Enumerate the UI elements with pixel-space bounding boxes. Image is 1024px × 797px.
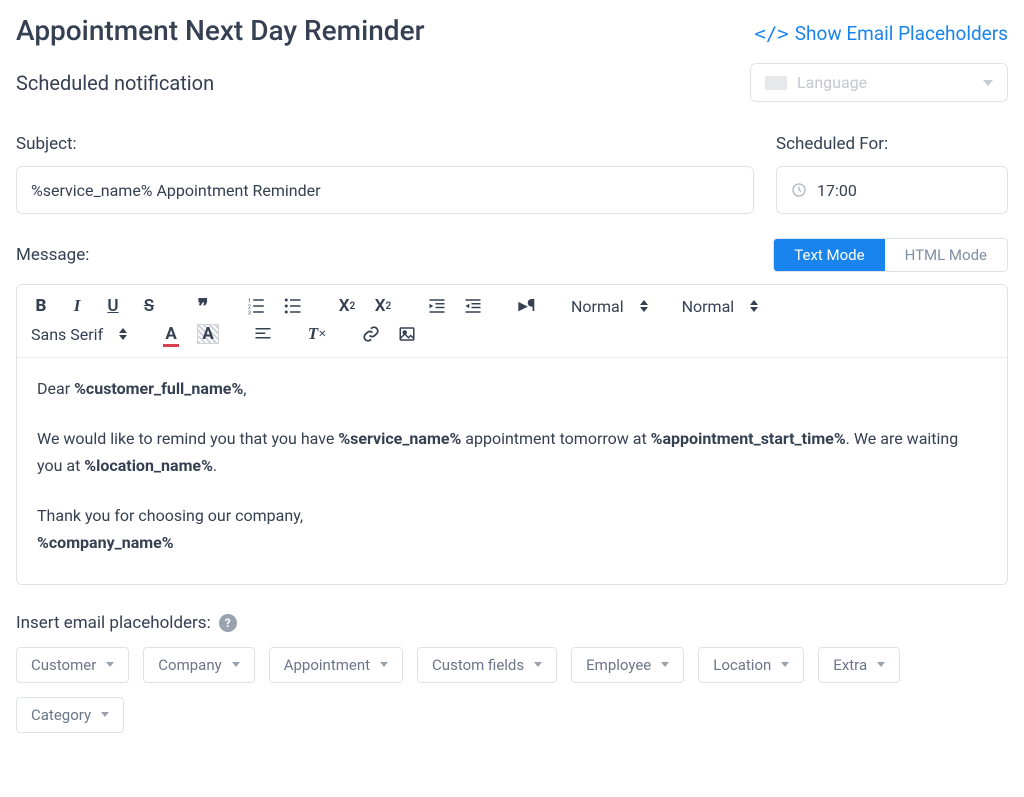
clear-format-button[interactable]: T✕ — [307, 323, 327, 345]
subject-label: Subject: — [16, 134, 754, 154]
placeholder-company-name: %company_name% — [37, 533, 174, 552]
placeholder-buttons-row: Customer Company Appointment Custom fiel… — [16, 647, 1008, 733]
sort-icon — [640, 300, 648, 312]
svg-text:3: 3 — [248, 310, 251, 315]
label: Appointment — [284, 656, 370, 674]
text: Thank you for choosing our company, — [37, 506, 303, 525]
text-color-button[interactable]: A — [161, 323, 181, 345]
insert-placeholders-label: Insert email placeholders: — [16, 613, 211, 633]
image-button[interactable] — [397, 323, 417, 345]
subject-input[interactable] — [16, 166, 754, 214]
label: Extra — [833, 656, 867, 674]
tab-text-mode[interactable]: Text Mode — [774, 239, 884, 271]
heading-picker-label: Normal — [571, 297, 624, 316]
placeholder-dropdown-customer[interactable]: Customer — [16, 647, 129, 683]
svg-text:1: 1 — [248, 298, 251, 304]
sort-icon — [750, 300, 758, 312]
size-picker[interactable]: Normal — [682, 297, 759, 316]
placeholder-dropdown-appointment[interactable]: Appointment — [269, 647, 403, 683]
chevron-down-icon — [380, 662, 388, 667]
placeholder-start-time: %appointment_start_time% — [651, 429, 846, 448]
blockquote-button[interactable]: ❞ — [193, 295, 213, 317]
heading-picker[interactable]: Normal — [571, 297, 648, 316]
show-email-placeholders-link[interactable]: </> Show Email Placeholders — [754, 22, 1008, 45]
link-button[interactable] — [361, 323, 381, 345]
clock-icon — [791, 182, 807, 198]
label: Location — [713, 656, 771, 674]
chevron-down-icon — [106, 662, 114, 667]
chevron-down-icon — [661, 662, 669, 667]
font-picker[interactable]: Sans Serif — [31, 325, 127, 344]
scheduled-for-input[interactable]: 17:00 — [776, 166, 1008, 214]
chevron-down-icon — [983, 80, 993, 86]
flag-icon — [765, 76, 787, 90]
message-label: Message: — [16, 245, 89, 265]
placeholder-dropdown-category[interactable]: Category — [16, 697, 124, 733]
outdent-button[interactable] — [427, 295, 447, 317]
strikethrough-button[interactable]: S — [139, 295, 159, 317]
indent-button[interactable] — [463, 295, 483, 317]
editor-content[interactable]: Dear %customer_full_name%, We would like… — [17, 358, 1007, 584]
editor-mode-tabs: Text Mode HTML Mode — [773, 238, 1008, 272]
italic-button[interactable]: I — [67, 295, 87, 317]
placeholder-dropdown-location[interactable]: Location — [698, 647, 804, 683]
page-title: Appointment Next Day Reminder — [16, 14, 424, 47]
code-icon: </> — [754, 23, 788, 45]
label: Employee — [586, 656, 651, 674]
chevron-down-icon — [232, 662, 240, 667]
svg-text:2: 2 — [248, 304, 251, 310]
editor-toolbar: B I U S ❞ 123 X2 X2 — [17, 285, 1007, 358]
tab-html-mode[interactable]: HTML Mode — [885, 239, 1007, 271]
ordered-list-button[interactable]: 123 — [247, 295, 267, 317]
unordered-list-button[interactable] — [283, 295, 303, 317]
superscript-button[interactable]: X2 — [373, 295, 393, 317]
label: Category — [31, 706, 91, 724]
chevron-down-icon — [877, 662, 885, 667]
underline-button[interactable]: U — [103, 295, 123, 317]
label: Custom fields — [432, 656, 524, 674]
subscript-button[interactable]: X2 — [337, 295, 357, 317]
label: Customer — [31, 656, 96, 674]
scheduled-time-value: 17:00 — [817, 181, 857, 200]
placeholder-customer-name: %customer_full_name% — [74, 379, 243, 398]
text: We would like to remind you that you hav… — [37, 429, 338, 448]
placeholder-dropdown-employee[interactable]: Employee — [571, 647, 684, 683]
placeholder-dropdown-custom-fields[interactable]: Custom fields — [417, 647, 557, 683]
page-subtitle: Scheduled notification — [16, 71, 214, 95]
chevron-down-icon — [101, 712, 109, 717]
show-placeholders-label: Show Email Placeholders — [795, 22, 1008, 45]
help-icon[interactable]: ? — [219, 614, 237, 632]
sort-icon — [119, 328, 127, 340]
scheduled-for-label: Scheduled For: — [776, 134, 1008, 154]
chevron-down-icon — [534, 662, 542, 667]
label: Company — [158, 656, 221, 674]
text-direction-button[interactable]: ▸¶ — [517, 295, 537, 317]
message-editor: B I U S ❞ 123 X2 X2 — [16, 284, 1008, 585]
size-picker-label: Normal — [682, 297, 735, 316]
placeholder-location-name: %location_name% — [84, 456, 213, 475]
language-select[interactable]: Language — [750, 63, 1008, 102]
language-placeholder: Language — [797, 73, 867, 92]
chevron-down-icon — [781, 662, 789, 667]
text: . — [213, 456, 217, 475]
placeholder-dropdown-extra[interactable]: Extra — [818, 647, 900, 683]
bold-button[interactable]: B — [31, 295, 51, 317]
background-color-button[interactable]: A — [197, 323, 219, 345]
text: , — [243, 379, 246, 398]
placeholder-service-name: %service_name% — [338, 429, 461, 448]
align-button[interactable] — [253, 323, 273, 345]
placeholder-dropdown-company[interactable]: Company — [143, 647, 254, 683]
text: Dear — [37, 379, 74, 398]
font-picker-label: Sans Serif — [31, 325, 103, 344]
text: appointment tomorrow at — [461, 429, 650, 448]
